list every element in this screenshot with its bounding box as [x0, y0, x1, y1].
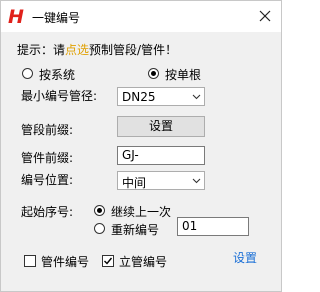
mode-system-label[interactable]: 按系统	[39, 66, 75, 83]
hint-prefix: 提示：请	[17, 43, 66, 57]
number-position-value: 中间	[122, 176, 147, 190]
start-number-input[interactable]	[182, 219, 244, 233]
segment-prefix-settings-button[interactable]: 设置	[117, 116, 205, 137]
number-position-label: 编号位置:	[21, 173, 74, 187]
dialog-window: H 一键编号 提示：请点选预制管段/管件！ 按系统 按单根 最小编号管径: DN…	[0, 0, 282, 292]
mode-system-radio[interactable]	[22, 68, 33, 79]
start-number-field[interactable]	[177, 217, 249, 236]
riser-number-checkbox[interactable]	[102, 255, 114, 267]
window-title: 一键编号	[32, 11, 81, 25]
fitting-prefix-label: 管件前缀:	[21, 151, 74, 165]
mode-single-label[interactable]: 按单根	[165, 66, 201, 83]
min-pipe-select[interactable]: DN25	[117, 87, 205, 106]
segment-prefix-label: 管段前缀:	[21, 123, 74, 137]
hint-accent: 点选	[65, 43, 90, 57]
chevron-down-icon	[192, 94, 201, 100]
title-bar: H 一键编号	[1, 1, 281, 32]
app-logo-icon: H	[8, 6, 24, 27]
hint-suffix: 预制管段/管件！	[89, 43, 178, 57]
start-continue-label[interactable]: 继续上一次	[111, 203, 171, 220]
hint-text: 提示：请点选预制管段/管件！	[17, 41, 177, 58]
fitting-number-label[interactable]: 管件编号	[41, 253, 89, 270]
start-renumber-label[interactable]: 重新编号	[111, 221, 159, 238]
settings-link[interactable]: 设置	[233, 249, 257, 266]
start-number-label: 起始序号:	[21, 205, 74, 219]
fitting-prefix-input[interactable]	[122, 148, 200, 162]
close-icon[interactable]	[253, 4, 277, 28]
checkmark-icon	[104, 257, 113, 265]
start-renumber-radio[interactable]	[94, 223, 105, 234]
mode-single-radio[interactable]	[148, 68, 159, 79]
min-pipe-value: DN25	[122, 90, 156, 104]
start-continue-radio[interactable]	[94, 205, 105, 216]
fitting-prefix-field[interactable]	[117, 146, 205, 165]
chevron-down-icon	[192, 178, 201, 184]
svg-text:H: H	[8, 6, 24, 27]
riser-number-label[interactable]: 立管编号	[119, 253, 167, 270]
min-pipe-label: 最小编号管径:	[21, 89, 98, 103]
number-position-select[interactable]: 中间	[117, 171, 205, 190]
fitting-number-checkbox[interactable]	[24, 255, 36, 267]
